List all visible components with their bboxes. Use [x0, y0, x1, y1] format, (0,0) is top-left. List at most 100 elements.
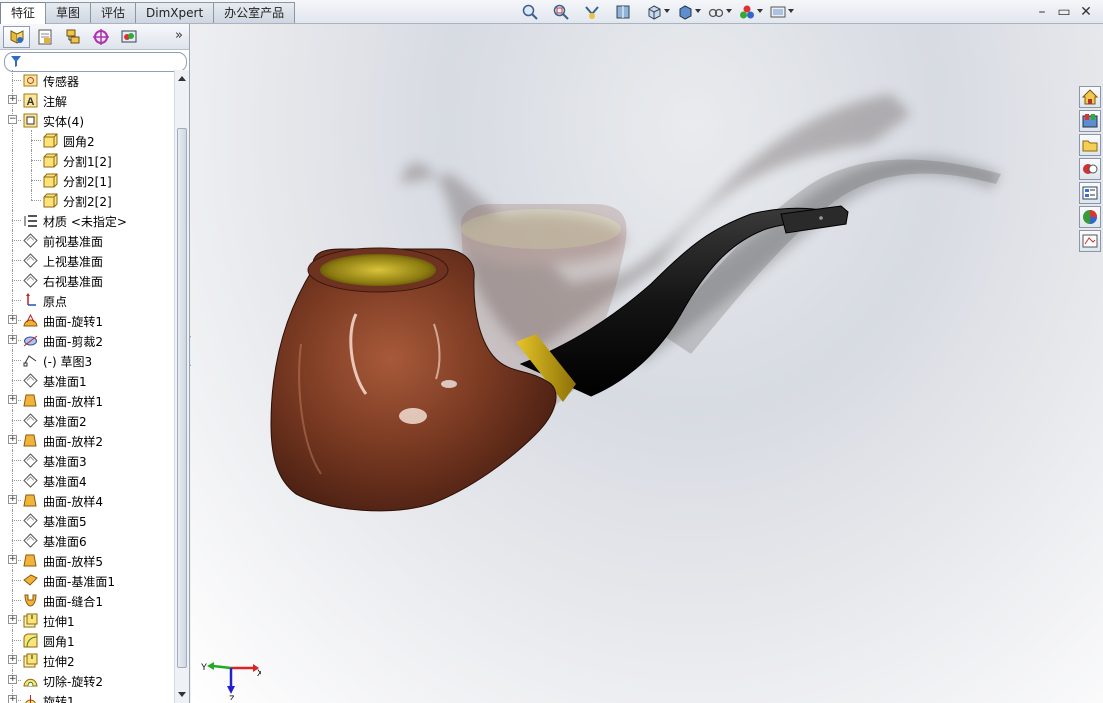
tree-item[interactable]: 原点: [0, 290, 174, 310]
expand-icon[interactable]: +: [8, 435, 17, 444]
tree-item[interactable]: + 曲面-放样5: [0, 550, 174, 570]
tree-item[interactable]: + 曲面-放样2: [0, 430, 174, 450]
plane-icon: [22, 272, 39, 289]
feature-manager-icon[interactable]: [3, 25, 30, 48]
tree-item[interactable]: + A 注解: [0, 90, 174, 110]
tree-item[interactable]: 基准面6: [0, 530, 174, 550]
plane-icon: [22, 412, 39, 429]
tree-item[interactable]: 基准面1: [0, 370, 174, 390]
property-manager-icon[interactable]: [31, 26, 58, 48]
library-icon[interactable]: [1079, 110, 1101, 132]
tree-item[interactable]: 基准面3: [0, 450, 174, 470]
view-palette-icon[interactable]: [1079, 230, 1101, 252]
tree-item[interactable]: + 曲面-放样1: [0, 390, 174, 410]
tree-filter[interactable]: [4, 52, 187, 72]
restore-button[interactable]: ▭: [1053, 3, 1075, 21]
previous-view-icon[interactable]: [582, 2, 608, 22]
filter-input[interactable]: [25, 54, 185, 70]
plane-icon: [22, 252, 39, 269]
tree-item[interactable]: 圆角1: [0, 630, 174, 650]
tree-item[interactable]: 基准面2: [0, 410, 174, 430]
view-orientation-icon[interactable]: [644, 2, 670, 22]
expand-icon[interactable]: +: [8, 675, 17, 684]
surface-trim-icon: [22, 332, 39, 349]
tree-item[interactable]: + 曲面-放样4: [0, 490, 174, 510]
command-tab-2[interactable]: 评估: [90, 2, 137, 23]
expand-icon[interactable]: +: [8, 315, 17, 324]
manager-tabs: »: [0, 24, 189, 50]
custom-properties-icon[interactable]: [1079, 182, 1101, 204]
tree-item-label: 原点: [43, 295, 68, 309]
body-icon: [42, 192, 59, 209]
tree-item-label: 切除-旋转2: [43, 675, 103, 689]
expand-icon[interactable]: +: [8, 95, 17, 104]
plane-icon: [22, 232, 39, 249]
tree-item[interactable]: 曲面-基准面1: [0, 570, 174, 590]
tree-item[interactable]: + 拉伸1: [0, 610, 174, 630]
tree-item[interactable]: (-) 草图3: [0, 350, 174, 370]
expand-icon[interactable]: +: [8, 695, 17, 703]
tree-item[interactable]: + 切除-旋转2: [0, 670, 174, 690]
scroll-up-icon[interactable]: [178, 76, 186, 81]
tree-item[interactable]: 材质 <未指定>: [0, 210, 174, 230]
folder-icon[interactable]: [1079, 134, 1101, 156]
tree-scrollbar[interactable]: [174, 70, 189, 703]
tree-item-label: 材质 <未指定>: [43, 215, 127, 229]
tree-item[interactable]: + 曲面-旋转1: [0, 310, 174, 330]
tree-item[interactable]: 分割2[2]: [0, 190, 174, 210]
command-tab-0[interactable]: 特征: [0, 2, 47, 24]
minimize-button[interactable]: –: [1031, 3, 1053, 21]
close-button[interactable]: ✕: [1075, 3, 1097, 21]
display-manager-icon[interactable]: [115, 26, 142, 48]
tree-item[interactable]: 基准面5: [0, 510, 174, 530]
command-tab-4[interactable]: 办公室产品: [213, 2, 296, 23]
expand-icon[interactable]: +: [8, 395, 17, 404]
expand-icon[interactable]: +: [8, 335, 17, 344]
tree-item[interactable]: 分割2[1]: [0, 170, 174, 190]
configuration-manager-icon[interactable]: [59, 26, 86, 48]
command-tab-3[interactable]: DimXpert: [135, 2, 215, 23]
reference-triad: X Y Z: [201, 662, 261, 700]
tree-item[interactable]: 分割1[2]: [0, 150, 174, 170]
scrollbar-thumb[interactable]: [177, 128, 187, 668]
expand-icon[interactable]: +: [8, 615, 17, 624]
tree-item-label: 曲面-放样5: [43, 555, 103, 569]
tree-item[interactable]: 前视基准面: [0, 230, 174, 250]
filter-icon: [11, 56, 21, 67]
collapse-icon[interactable]: −: [8, 115, 17, 124]
expand-panel-icon[interactable]: »: [175, 28, 183, 43]
tree-item[interactable]: + 曲面-剪裁2: [0, 330, 174, 350]
expand-icon[interactable]: +: [8, 655, 17, 664]
tree-item[interactable]: 基准面4: [0, 470, 174, 490]
expand-icon[interactable]: +: [8, 495, 17, 504]
tree-item[interactable]: 曲面-缝合1: [0, 590, 174, 610]
surface-loft-icon: [22, 552, 39, 569]
zoom-to-fit-icon[interactable]: [520, 2, 546, 22]
tree-item[interactable]: 传感器: [0, 70, 174, 90]
graphics-area[interactable]: X Y Z: [191, 24, 1103, 703]
tree-item[interactable]: 右视基准面: [0, 270, 174, 290]
appearance-icon[interactable]: [737, 2, 763, 22]
tree-item[interactable]: + 拉伸2: [0, 650, 174, 670]
tree-item-label: 拉伸2: [43, 655, 75, 669]
tree-item-label: 曲面-放样4: [43, 495, 103, 509]
display-style-icon[interactable]: [675, 2, 701, 22]
zoom-area-icon[interactable]: [551, 2, 577, 22]
tree-item[interactable]: + 旋转1: [0, 690, 174, 703]
dimxpert-manager-icon[interactable]: [87, 26, 114, 48]
section-view-icon[interactable]: [613, 2, 639, 22]
plane-icon: [22, 532, 39, 549]
tree-item[interactable]: − 实体(4): [0, 110, 174, 130]
scene-icon[interactable]: [768, 2, 794, 22]
tree-item[interactable]: 圆角2: [0, 130, 174, 150]
tree-item[interactable]: 上视基准面: [0, 250, 174, 270]
material-icon: [22, 212, 39, 229]
hide-show-icon[interactable]: [706, 2, 732, 22]
scroll-down-icon[interactable]: [178, 692, 186, 697]
command-tab-1[interactable]: 草图: [45, 2, 92, 23]
color-palette-icon[interactable]: [1079, 206, 1101, 228]
home-icon[interactable]: [1079, 86, 1101, 108]
cut-revolve-icon: [22, 672, 39, 689]
appearance-library-icon[interactable]: [1079, 158, 1101, 180]
expand-icon[interactable]: +: [8, 555, 17, 564]
